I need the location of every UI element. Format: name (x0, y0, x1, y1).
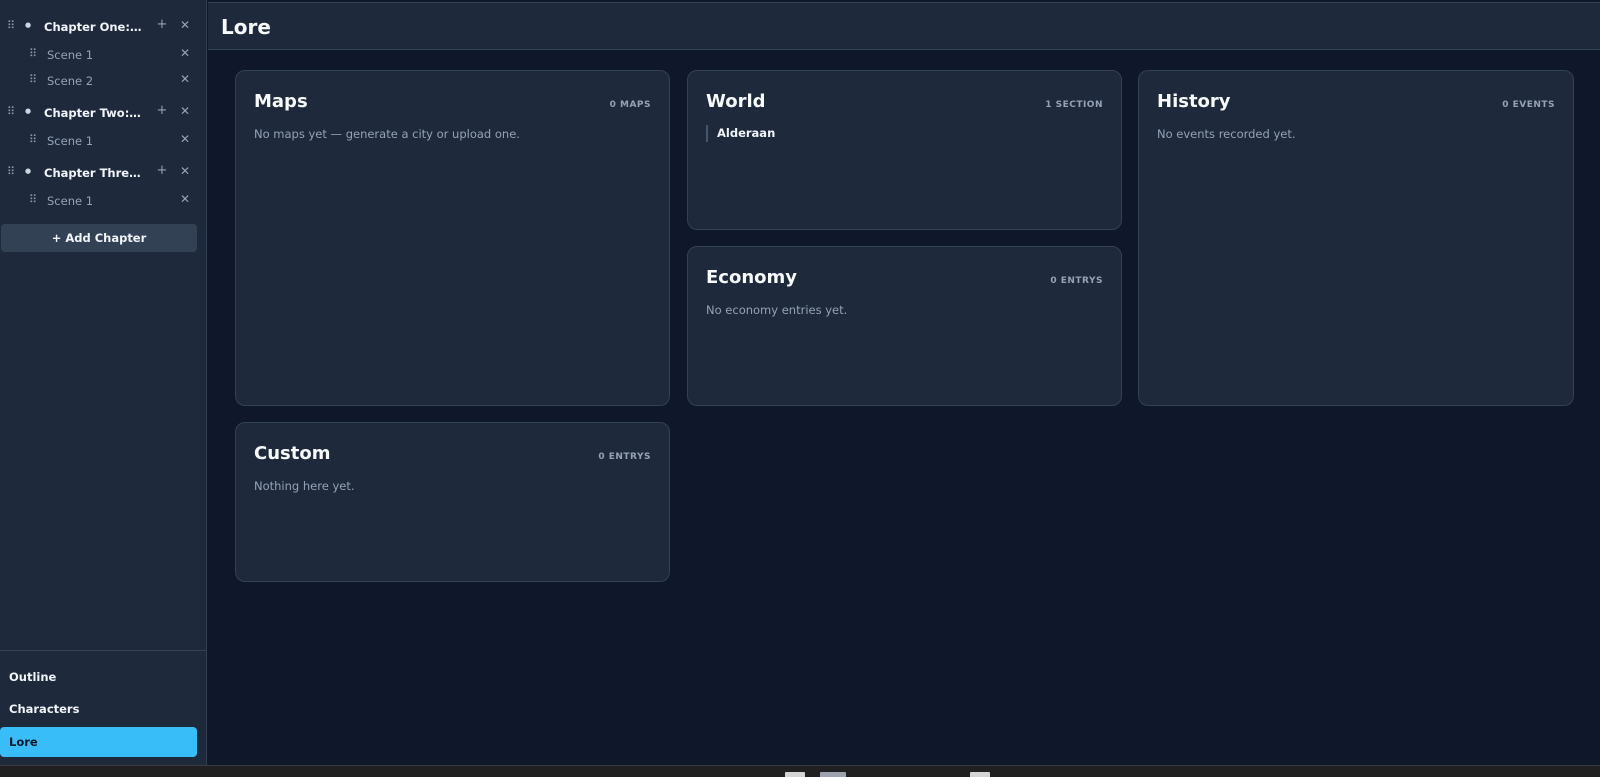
card-title: Custom (254, 443, 331, 464)
scene-title[interactable]: Scene 1 (47, 133, 157, 149)
bullet-icon[interactable]: ● (25, 164, 33, 178)
taskbar (0, 765, 1600, 777)
empty-state: No economy entries yet. (706, 303, 848, 317)
chapter-title[interactable]: Chapter Two: Th... (44, 105, 144, 121)
card-title: World (706, 91, 766, 112)
chapter-title[interactable]: Chapter One: Th... (44, 19, 144, 35)
drag-handle-icon[interactable]: ⠿ (29, 47, 37, 61)
chapter-row[interactable]: ⠿ ● Chapter Two: Th... + ✕ (0, 100, 207, 126)
drag-handle-icon[interactable]: ⠿ (7, 19, 15, 33)
card-count: 0 ENTRYS (598, 452, 651, 462)
drag-handle-icon[interactable]: ⠿ (29, 193, 37, 207)
close-icon[interactable]: ✕ (179, 191, 191, 207)
page-title: Lore (221, 15, 271, 39)
card-count: 0 MAPS (609, 100, 651, 110)
add-scene-icon[interactable]: + (156, 17, 168, 33)
drag-handle-icon[interactable]: ⠿ (7, 165, 15, 179)
chapter-row[interactable]: ⠿ ● Chapter Three: T... + ✕ (0, 160, 207, 186)
add-chapter-button[interactable]: + Add Chapter (1, 224, 197, 252)
add-scene-icon[interactable]: + (156, 103, 168, 119)
scene-row[interactable]: ⠿ Scene 1 ✕ (0, 128, 207, 154)
empty-state: No maps yet — generate a city or upload … (254, 127, 520, 141)
empty-state: No events recorded yet. (1157, 127, 1296, 141)
history-card[interactable]: History 0 EVENTS No events recorded yet. (1138, 70, 1574, 406)
close-icon[interactable]: ✕ (179, 17, 191, 33)
nav-item-characters[interactable]: Characters (0, 694, 197, 724)
scene-row[interactable]: ⠿ Scene 1 ✕ (0, 188, 207, 214)
add-scene-icon[interactable]: + (156, 163, 168, 179)
drag-handle-icon[interactable]: ⠿ (29, 133, 37, 147)
maps-card[interactable]: Maps 0 MAPS No maps yet — generate a cit… (235, 70, 670, 406)
card-count: 1 SECTION (1045, 100, 1103, 110)
page-header: Lore (208, 2, 1600, 50)
world-card[interactable]: World 1 SECTION Alderaan (687, 70, 1122, 230)
chapter-title[interactable]: Chapter Three: T... (44, 165, 144, 181)
taskbar-app-icon[interactable] (970, 772, 990, 777)
drag-handle-icon[interactable]: ⠿ (7, 105, 15, 119)
economy-card[interactable]: Economy 0 ENTRYS No economy entries yet. (687, 246, 1122, 406)
card-count: 0 ENTRYS (1050, 276, 1103, 286)
app: ⠿ ● Chapter One: Th... + ✕ ⠿ Scene 1 ✕ ⠿… (0, 0, 1600, 777)
scene-title[interactable]: Scene 2 (47, 73, 157, 89)
scene-row[interactable]: ⠿ Scene 1 ✕ (0, 42, 207, 68)
chapter-row[interactable]: ⠿ ● Chapter One: Th... + ✕ (0, 14, 207, 40)
bullet-icon[interactable]: ● (25, 104, 33, 118)
close-icon[interactable]: ✕ (179, 45, 191, 61)
card-count: 0 EVENTS (1502, 100, 1555, 110)
custom-card[interactable]: Custom 0 ENTRYS Nothing here yet. (235, 422, 670, 582)
scene-row[interactable]: ⠿ Scene 2 ✕ (0, 68, 207, 94)
close-icon[interactable]: ✕ (179, 131, 191, 147)
nav-item-outline[interactable]: Outline (0, 662, 197, 692)
taskbar-app-icon[interactable] (785, 772, 805, 777)
sidebar: ⠿ ● Chapter One: Th... + ✕ ⠿ Scene 1 ✕ ⠿… (0, 0, 207, 765)
drag-handle-icon[interactable]: ⠿ (29, 73, 37, 87)
close-icon[interactable]: ✕ (179, 163, 191, 179)
close-icon[interactable]: ✕ (179, 71, 191, 87)
taskbar-app-icon[interactable] (820, 772, 846, 777)
scene-title[interactable]: Scene 1 (47, 193, 157, 209)
world-section-item[interactable]: Alderaan (706, 125, 775, 142)
card-title: Maps (254, 91, 308, 112)
card-title: Economy (706, 267, 798, 288)
close-icon[interactable]: ✕ (179, 103, 191, 119)
card-title: History (1157, 91, 1231, 112)
empty-state: Nothing here yet. (254, 479, 355, 493)
nav-item-lore[interactable]: Lore (0, 727, 197, 757)
bullet-icon[interactable]: ● (25, 18, 33, 32)
sidebar-nav: Outline Characters Lore (0, 650, 207, 765)
scene-title[interactable]: Scene 1 (47, 47, 157, 63)
